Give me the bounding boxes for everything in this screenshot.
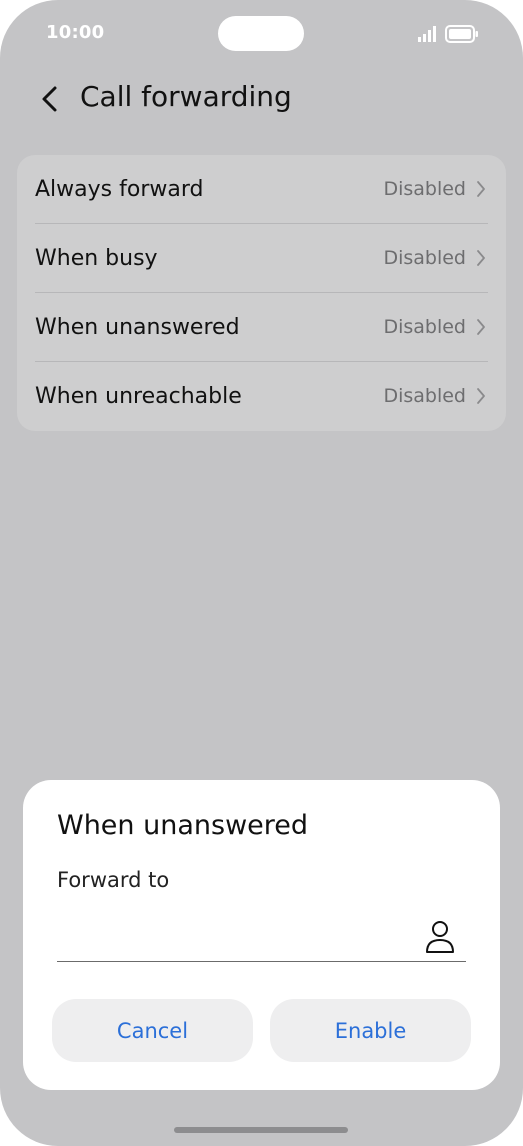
option-always-forward[interactable]: Always forward Disabled [17, 155, 506, 224]
cancel-button[interactable]: Cancel [52, 999, 253, 1062]
enable-button[interactable]: Enable [270, 999, 471, 1062]
chevron-right-icon [477, 181, 485, 197]
option-label: When busy [35, 246, 158, 271]
option-label: When unanswered [35, 315, 240, 340]
home-indicator[interactable] [174, 1127, 348, 1133]
option-label: Always forward [35, 177, 204, 202]
chevron-right-icon [477, 388, 485, 404]
option-when-unanswered[interactable]: When unanswered Disabled [17, 293, 506, 362]
input-underline [57, 961, 466, 962]
status-time: 10:00 [46, 22, 105, 43]
option-status: Disabled [383, 385, 466, 407]
forwarding-dialog: When unanswered Forward to Cancel Enable [23, 780, 500, 1090]
chevron-right-icon [477, 250, 485, 266]
phone-screen: 10:00 Call forwarding Always forward Dis… [0, 0, 523, 1146]
forwarding-options-list: Always forward Disabled When busy Disabl… [17, 155, 506, 431]
forward-to-label: Forward to [57, 868, 170, 892]
option-label: When unreachable [35, 384, 242, 409]
dialog-title: When unanswered [57, 810, 309, 841]
dynamic-island [218, 16, 304, 51]
person-icon[interactable] [425, 920, 455, 954]
option-status: Disabled [383, 178, 466, 200]
forward-to-input[interactable] [57, 906, 432, 958]
option-when-busy[interactable]: When busy Disabled [17, 224, 506, 293]
battery-icon [445, 25, 478, 43]
chevron-left-icon[interactable] [38, 82, 62, 116]
chevron-right-icon [477, 319, 485, 335]
page-title: Call forwarding [80, 80, 292, 113]
option-status: Disabled [383, 316, 466, 338]
option-status: Disabled [383, 247, 466, 269]
signal-icon [418, 26, 436, 42]
option-when-unreachable[interactable]: When unreachable Disabled [17, 362, 506, 431]
